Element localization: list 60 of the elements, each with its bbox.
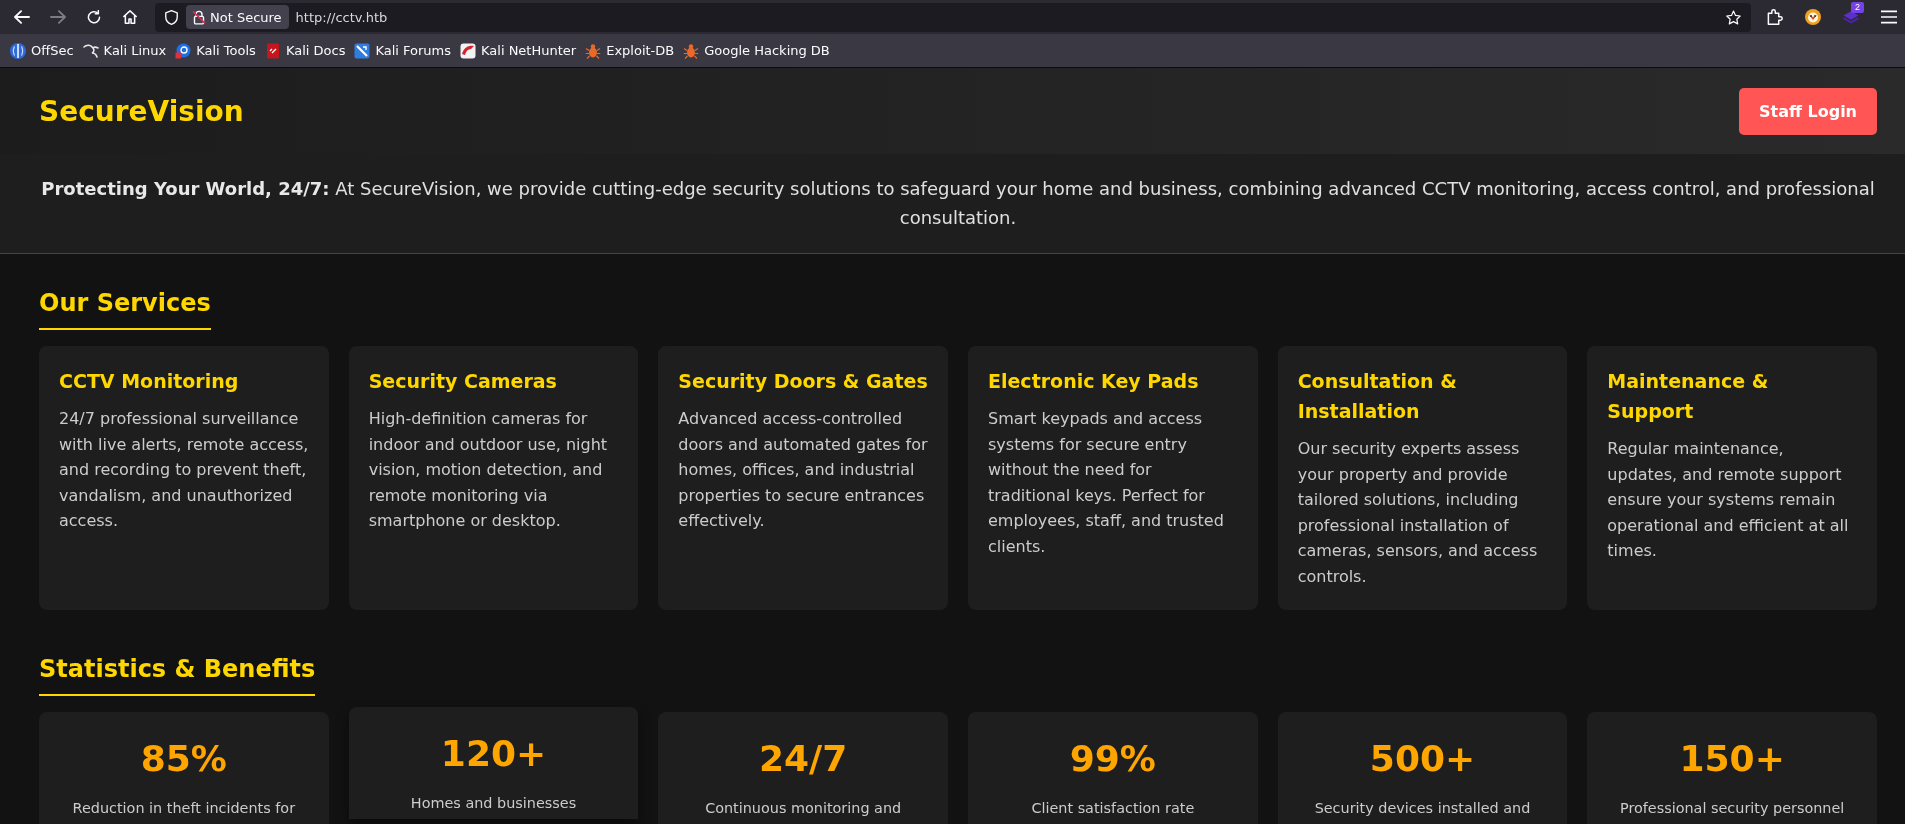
bookmark-link[interactable]: Kali NetHunter (456, 38, 581, 63)
badge-count: 2 (1851, 2, 1864, 13)
bookmark-link[interactable]: Kali Docs (260, 38, 350, 63)
service-title: Electronic Key Pads (988, 369, 1200, 394)
swoosh-icon (460, 42, 477, 59)
bookmark-link[interactable]: Kali Linux (78, 38, 171, 63)
squiggle-icon (82, 42, 99, 59)
stat-value: 150+ (1678, 736, 1786, 780)
stat-label: Homes and businesses (409, 793, 578, 813)
stat-value: 120+ (439, 731, 548, 775)
star-icon (1725, 9, 1741, 25)
puzzle-icon (1767, 9, 1783, 25)
section-heading: Our Services (39, 289, 211, 330)
ring-icon (175, 42, 192, 59)
bookmark-link[interactable]: Kali Forums (350, 38, 456, 63)
site-security-button[interactable]: Not Secure (186, 5, 289, 29)
service-title: Maintenance & Support (1607, 369, 1770, 424)
service-description: Our security experts assess your property and provide tailored solutions, including professional installation of cameras, sensors, and access controls. (1297, 438, 1539, 588)
section-heading: Statistics & Benefits (39, 654, 316, 696)
address-bar[interactable]: Not Secure http://cctv.htb (155, 2, 1751, 32)
service-description: High-definition cameras for indoor and outdoor use, night vision, motion detection, and remote monitoring via smartphone or desktop. (368, 408, 609, 533)
shield-icon (164, 9, 178, 25)
service-title: Consultation & Installation (1297, 369, 1458, 424)
bookmark-link[interactable]: OffSec (6, 38, 78, 63)
intro-text: Protecting Your World, 24/7: At SecureVision, we provide cutting-edge security solutions to safeguard your home and business, combining advanced CCTV monitoring, access control, and professional consultation. (40, 177, 1876, 230)
bookmark-link[interactable]: Google Hacking DB (679, 38, 834, 63)
lock-slash-icon (192, 9, 206, 25)
service-description: 24/7 professional surveillance with live alerts, remote access, and recording to prevent theft, vandalism, and unauthorized access. (59, 408, 309, 533)
service-description: Advanced access-controlled doors and automated gates for homes, offices, and industrial properties to secure entrances effectively. (678, 408, 928, 533)
bug-icon (585, 42, 602, 59)
stat-label: Continuous monitoring and (704, 798, 903, 818)
stat-value: 85% (139, 736, 228, 780)
round-emblem-icon (1805, 9, 1821, 25)
layers-icon (1843, 9, 1859, 25)
forward-arrow-icon (50, 10, 66, 24)
stat-label: Reduction in theft incidents for (71, 798, 297, 818)
stat-value: 500+ (1368, 736, 1477, 780)
document-icon (264, 42, 281, 59)
stat-value: 99% (1068, 736, 1157, 780)
bookmark-link[interactable]: Kali Tools (171, 38, 260, 63)
stat-label: Security devices installed and (1313, 798, 1532, 818)
reload-icon (86, 10, 102, 24)
stat-label: Professional security personnel (1618, 798, 1846, 818)
site-logo: SecureVision (39, 94, 244, 128)
bookmark-link[interactable]: Exploit-DB (581, 38, 679, 63)
back-arrow-icon (14, 10, 30, 24)
service-description: Smart keypads and access systems for secure entry without the need for traditional keys. Perfect for employees, staff, and trusted clients. (988, 408, 1225, 558)
url-text[interactable]: http://cctv.htb (295, 9, 388, 25)
service-title: CCTV Monitoring (59, 369, 240, 394)
bug-icon (683, 42, 700, 59)
home-icon (122, 10, 138, 24)
service-title: Security Cameras (368, 369, 558, 394)
disc-icon (10, 42, 26, 59)
tile-icon (354, 42, 371, 59)
stat-label: Client satisfaction rate (1030, 798, 1196, 818)
service-title: Security Doors & Gates (678, 369, 928, 394)
service-description: Regular maintenance, updates, and remote support ensure your systems remain operational and efficient at all times. (1607, 438, 1850, 563)
menu-icon (1881, 9, 1897, 25)
stat-value: 24/7 (758, 736, 849, 780)
extension-button[interactable]: 2 (1835, 1, 1867, 33)
